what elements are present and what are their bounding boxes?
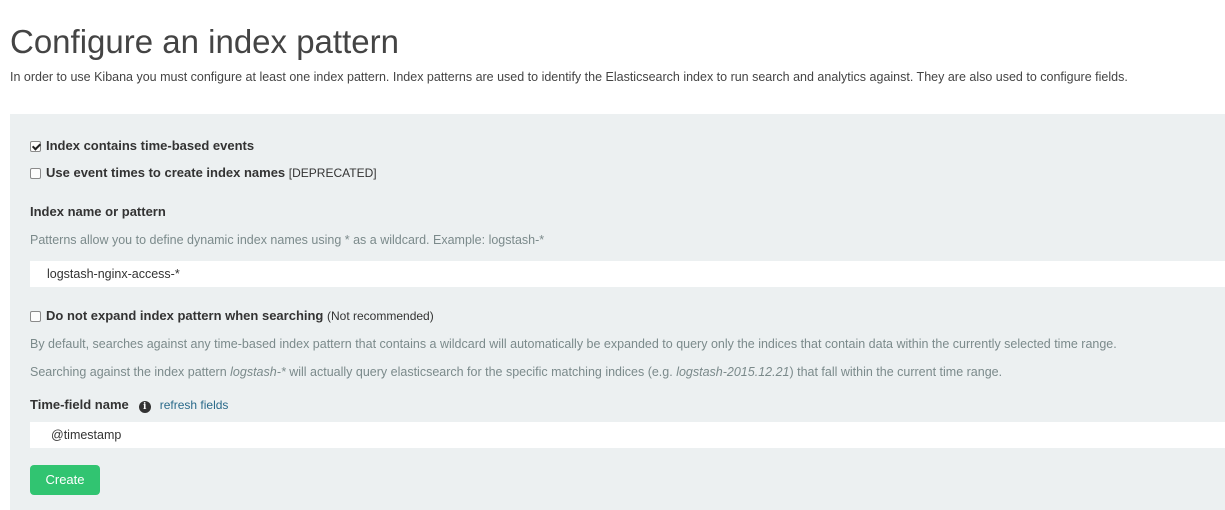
- time-field-label-row: Time-field name i refresh fields: [30, 397, 228, 413]
- help-2-example: logstash-2015.12.21: [676, 365, 790, 379]
- no-expand-help-2: Searching against the index pattern logs…: [30, 364, 1002, 380]
- time-field-label: Time-field name: [30, 397, 129, 412]
- event-times-label: Use event times to create index names: [46, 165, 286, 180]
- not-recommended-note: (Not recommended): [327, 309, 434, 323]
- time-based-row[interactable]: Index contains time-based events: [30, 138, 254, 154]
- no-expand-row[interactable]: Do not expand index pattern when searchi…: [30, 308, 434, 324]
- help-2-prefix: Searching against the index pattern: [30, 365, 231, 379]
- help-2-middle: will actually query elasticsearch for th…: [285, 365, 677, 379]
- index-name-label: Index name or pattern: [30, 204, 166, 219]
- create-button[interactable]: Create: [30, 465, 100, 495]
- index-name-input[interactable]: logstash-nginx-access-*: [30, 261, 1225, 287]
- deprecated-note: [DEPRECATED]: [288, 166, 377, 180]
- info-icon[interactable]: i: [138, 401, 151, 413]
- no-expand-help-1: By default, searches against any time-ba…: [30, 337, 1117, 351]
- event-times-checkbox[interactable]: [30, 168, 41, 179]
- no-expand-label: Do not expand index pattern when searchi…: [46, 308, 324, 323]
- no-expand-checkbox[interactable]: [30, 311, 41, 322]
- page-intro: In order to use Kibana you must configur…: [10, 70, 1128, 84]
- refresh-fields-link[interactable]: refresh fields: [160, 398, 229, 412]
- page-title: Configure an index pattern: [10, 23, 399, 60]
- time-based-checkbox[interactable]: [30, 141, 41, 152]
- index-name-help: Patterns allow you to define dynamic ind…: [30, 233, 545, 247]
- event-times-row[interactable]: Use event times to create index names [D…: [30, 165, 377, 181]
- page: Configure an index pattern In order to u…: [0, 0, 1225, 510]
- index-pattern-form: Index contains time-based events Use eve…: [10, 114, 1225, 510]
- help-2-pattern: logstash-*: [230, 365, 286, 379]
- help-2-suffix: ) that fall within the current time rang…: [789, 365, 1003, 379]
- time-field-select[interactable]: @timestamp: [30, 422, 1225, 448]
- time-based-label: Index contains time-based events: [46, 138, 255, 153]
